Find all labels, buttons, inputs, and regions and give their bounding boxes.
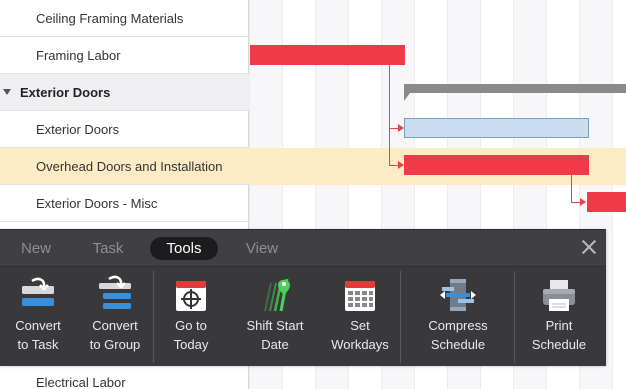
toolbar-separator — [514, 271, 515, 363]
go-to-today-label: Go to Today — [173, 318, 209, 352]
task-row-overhead-doors[interactable]: Overhead Doors and Installation — [0, 148, 249, 185]
convert-to-group-button[interactable]: Convert to Group — [82, 267, 148, 367]
dependency-line — [389, 65, 390, 165]
convert-to-group-icon — [95, 275, 135, 315]
ribbon-tabs: New Task Tools View — [0, 230, 606, 266]
summary-bar-exterior-doors[interactable] — [404, 84, 626, 101]
task-bar-framing-labor[interactable] — [250, 45, 405, 65]
task-name: Exterior Doors — [36, 121, 120, 137]
print-schedule-button[interactable]: Print Schedule — [520, 267, 598, 367]
ribbon-toolbar: New Task Tools View Convert to Task Conv… — [0, 229, 606, 366]
tab-tools[interactable]: Tools — [150, 237, 218, 260]
task-row-ceiling-framing-materials[interactable]: Ceiling Framing Materials — [0, 0, 249, 37]
convert-to-task-icon — [18, 275, 58, 315]
tools-panel: Convert to Task Convert to Group Go to T… — [0, 266, 606, 366]
dependency-arrow-icon — [398, 124, 404, 132]
task-bar-exterior-doors-misc[interactable] — [587, 192, 626, 212]
go-to-today-button[interactable]: Go to Today — [158, 267, 224, 367]
task-row-exterior-doors[interactable]: Exterior Doors — [0, 111, 249, 148]
print-schedule-label: Print Schedule — [531, 318, 587, 352]
task-row-framing-labor[interactable]: Framing Labor — [0, 37, 249, 74]
convert-to-task-label: Convert to Task — [15, 318, 61, 352]
convert-to-group-label: Convert to Group — [89, 318, 141, 352]
set-workdays-label: Set Workdays — [331, 318, 389, 352]
calendar-target-icon — [171, 275, 211, 315]
calendar-grid-icon — [340, 275, 380, 315]
compress-schedule-label: Compress Schedule — [428, 318, 488, 352]
dependency-line — [571, 175, 572, 202]
close-icon[interactable] — [580, 238, 598, 256]
dependency-arrow-icon — [398, 161, 404, 169]
task-row-electrical-labor[interactable]: Electrical Labor — [0, 365, 249, 389]
group-name: Exterior Doors — [20, 84, 111, 100]
shift-start-date-label: Shift Start Date — [246, 318, 304, 352]
toolbar-separator — [400, 271, 401, 363]
task-row-exterior-doors-misc[interactable]: Exterior Doors - Misc — [0, 185, 249, 222]
convert-to-task-button[interactable]: Convert to Task — [6, 267, 70, 367]
task-name: Exterior Doors - Misc — [36, 195, 158, 211]
toolbar-separator — [153, 271, 154, 363]
shift-start-date-icon — [255, 275, 295, 315]
set-workdays-button[interactable]: Set Workdays — [326, 267, 394, 367]
compress-schedule-icon — [438, 275, 478, 315]
task-name: Electrical Labor — [36, 375, 126, 389]
compress-schedule-button[interactable]: Compress Schedule — [414, 267, 502, 367]
collapse-caret-icon[interactable] — [3, 89, 11, 95]
tab-task[interactable]: Task — [82, 237, 134, 260]
task-name: Framing Labor — [36, 47, 121, 63]
shift-start-date-button[interactable]: Shift Start Date — [236, 267, 314, 367]
tab-new[interactable]: New — [10, 237, 62, 260]
task-bar-exterior-doors[interactable] — [404, 118, 589, 138]
group-row-exterior-doors[interactable]: Exterior Doors — [0, 74, 249, 111]
task-bar-overhead-doors[interactable] — [404, 155, 589, 175]
printer-icon — [539, 275, 579, 315]
tab-view[interactable]: View — [236, 237, 288, 260]
task-name: Ceiling Framing Materials — [36, 10, 184, 26]
task-name: Overhead Doors and Installation — [36, 158, 223, 174]
dependency-arrow-icon — [580, 198, 586, 206]
